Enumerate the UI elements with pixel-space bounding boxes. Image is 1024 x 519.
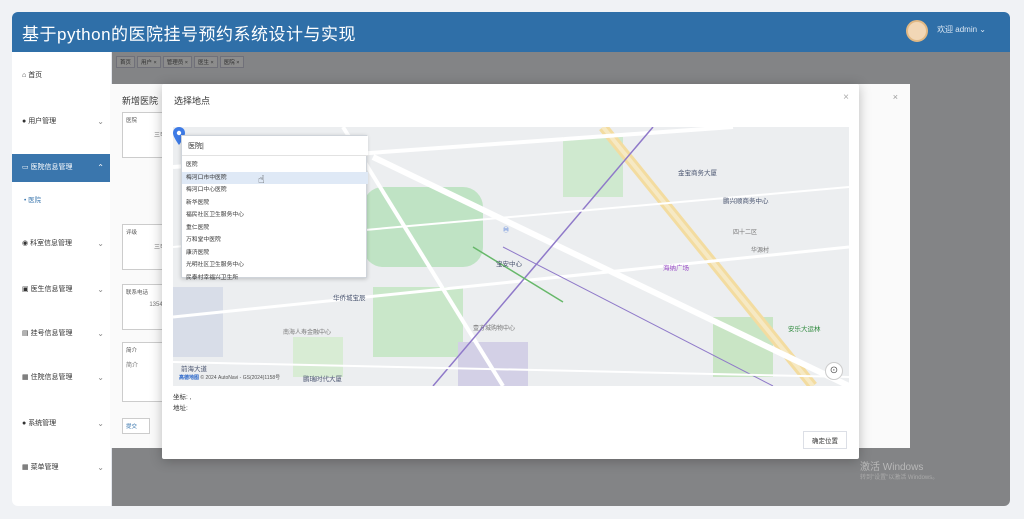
pointer-cursor-icon: ☝ [258,174,265,186]
coordinate-label: 坐标: , [173,394,192,401]
sidebar-item-home[interactable]: ⌂ 首页 [12,62,112,90]
map-label: 前海大道 [181,366,207,373]
card-icon: ▭ [22,164,31,171]
user-menu[interactable]: 欢迎 admin ⌄ [937,24,986,35]
map-label: 鹏兴顺商务中心 [723,198,769,205]
sidebar-item-inpatient[interactable]: ▦ 住院信息管理 ⌄ [12,364,112,392]
map-label: 壹方城购物中心 [473,326,516,332]
map-label: 华侨城宝辰 [333,295,366,302]
address-label: 地址: [173,405,188,412]
sidebar-item-doctors[interactable]: ▣ 医生信息管理 ⌄ [12,276,112,304]
top-bar: 基于python的医院挂号预约系统设计与实现 欢迎 admin ⌄ [12,12,1010,52]
chevron-down-icon: ⌄ [97,285,104,294]
doctor-icon: ▣ [22,286,31,293]
confirm-location-button[interactable]: 确定位置 [803,431,847,449]
place-search-panel: 医院 梅河口市中医院 梅河口中心医院 新华医院 福民社区卫生服务中心 重仁医院 … [181,135,368,281]
chevron-up-icon: ⌃ [97,163,104,172]
sidebar: ⌂ 首页 ● 用户管理 ⌄ ▭ 医院信息管理 ⌃ • 医院 ◉ 科室信息管理 ⌄ ▣ … [12,52,112,506]
grid-icon: ▦ [22,374,31,381]
windows-activation-hint: 转到"设置"以激活 Windows。 [860,475,939,481]
suggestion-item[interactable]: 重仁医院 [182,222,368,235]
avatar[interactable] [906,20,928,42]
map-canvas[interactable]: Ⓜ 宝安中心 华侨城宝辰 海纳广场 金宝商务大厦 鹏兴顺商务中心 安乐大运林 前… [173,127,849,386]
select-location-modal: 选择地点 × Ⓜ 宝安中心 华侨城宝辰 海纳广场 金宝商务大厦 鹏兴顺商务中心 … [162,84,859,459]
close-icon[interactable]: × [843,92,849,103]
chevron-down-icon: ⌄ [97,463,104,472]
suggestion-item[interactable]: 民泰村幸福兴卫生所 [182,272,368,281]
suggestion-item[interactable]: 梅河口中心医院 [182,184,368,197]
place-search-input[interactable] [182,136,368,156]
map-label: 宝安中心 [496,261,522,268]
sidebar-item-registrations[interactable]: ▤ 挂号信息管理 ⌄ [12,320,112,348]
sidebar-subitem-hospital[interactable]: • 医院 [24,194,41,204]
map-label-metro: Ⓜ [503,228,510,234]
chevron-down-icon: ⌄ [97,329,104,338]
windows-activation-title: 激活 Windows [860,462,924,473]
map-label: 安乐大运林 [788,326,821,333]
submit-button[interactable]: 提交 [122,418,150,434]
suggestion-item[interactable]: 康济医院 [182,247,368,260]
sidebar-item-hospitals[interactable]: ▭ 医院信息管理 ⌃ [12,154,112,182]
map-copyright: 高德地图 © 2024 AutoNavi - GS(2024)1158号 [179,375,281,381]
circle-icon: ◉ [22,240,31,247]
map-label: 四十二区 [733,230,758,236]
sidebar-item-menus[interactable]: ▦ 菜单管理 ⌄ [12,454,112,482]
chevron-down-icon: ⌄ [97,419,104,428]
sidebar-item-system[interactable]: ● 系统管理 ⌄ [12,410,112,438]
chevron-down-icon: ⌄ [97,239,104,248]
suggestion-item[interactable]: 万和堂中医院 [182,234,368,247]
map-label: 华源村 [751,248,770,254]
menu-icon: ▦ [22,464,31,471]
locate-icon[interactable]: ⊙ [825,362,843,380]
sidebar-item-users[interactable]: ● 用户管理 ⌄ [12,108,112,136]
book-icon: ▤ [22,330,31,337]
dialog-title: 新增医院 [122,96,159,106]
map-label: 海纳广场 [663,265,689,272]
map-label: 南海人寿金融中心 [283,330,332,336]
suggestion-item[interactable]: 新华医院 [182,197,368,210]
map-label: 金宝商务大厦 [678,170,717,177]
app-title: 基于python的医院挂号预约系统设计与实现 [22,25,357,44]
chevron-down-icon: ⌄ [97,117,104,126]
sidebar-item-departments[interactable]: ◉ 科室信息管理 ⌄ [12,230,112,258]
suggestion-item[interactable]: 光明社区卫生服务中心 [182,259,368,272]
chevron-down-icon: ⌄ [97,373,104,382]
suggestion-item[interactable]: 福民社区卫生服务中心 [182,209,368,222]
suggestion-item[interactable]: 医院 [182,159,368,172]
close-icon[interactable]: × [893,92,898,102]
map-label: 鹏瑞时代大厦 [303,376,342,383]
suggestion-item[interactable]: 梅河口市中医院 [182,171,368,184]
modal-title: 选择地点 [174,96,211,106]
